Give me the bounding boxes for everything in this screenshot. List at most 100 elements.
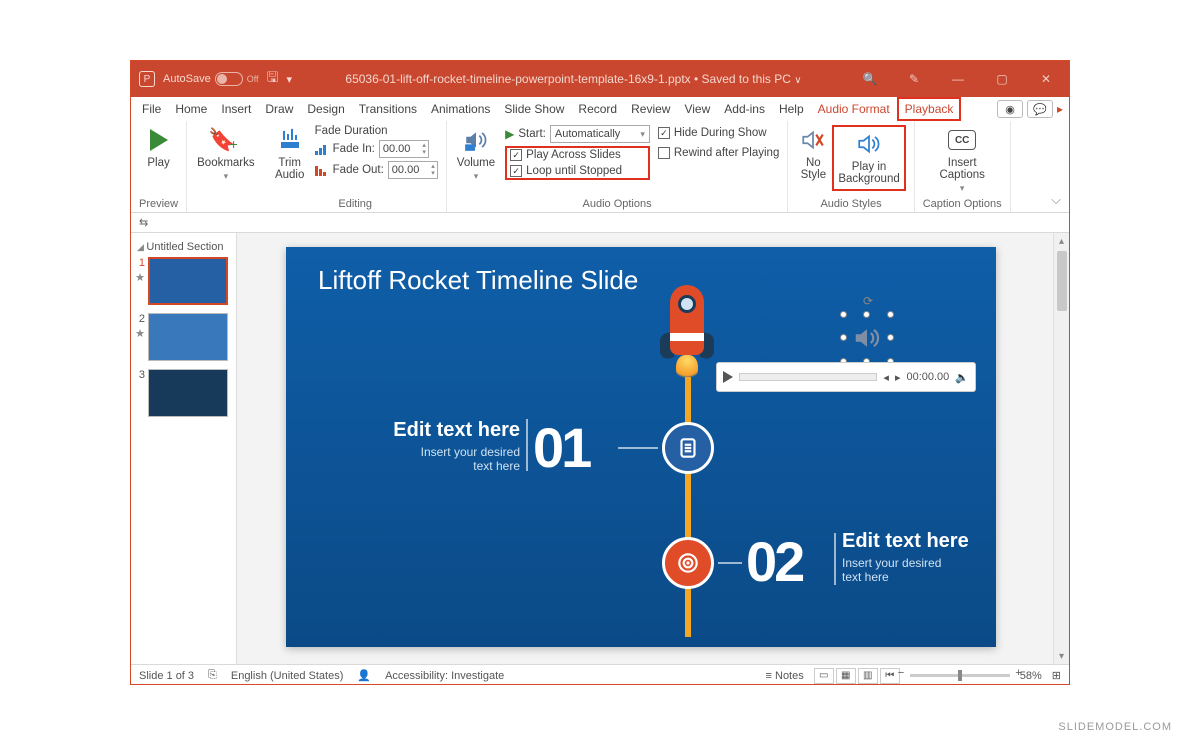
item2-subtext: Insert your desired text here [842, 556, 941, 584]
play-across-slides-checkbox[interactable]: ✓Play Across Slides [510, 149, 645, 161]
save-icon[interactable]: 🖫 [267, 67, 279, 91]
accessibility-icon[interactable]: 👤 [357, 669, 371, 682]
tab-playback[interactable]: Playback [897, 97, 962, 121]
volume-button[interactable]: Volume ▾ [455, 125, 497, 182]
slide-indicator: Slide 1 of 3 [139, 670, 194, 682]
trim-audio-button[interactable]: Trim Audio [273, 125, 307, 181]
view-reading[interactable]: ▥ [858, 668, 878, 684]
tab-transitions[interactable]: Transitions [352, 97, 424, 121]
search-icon[interactable]: 🔍 [855, 72, 885, 86]
group-bookmarks: 🔖+ Bookmarks ▾ [187, 121, 265, 212]
start-label: Start: [518, 128, 545, 140]
more-tabs[interactable]: ▸ [1057, 102, 1065, 116]
view-slideshow[interactable]: ⏮ [880, 668, 900, 684]
lang-icon[interactable]: ⎘ [208, 669, 217, 682]
timeline-node-1 [662, 422, 714, 474]
tab-slideshow[interactable]: Slide Show [497, 97, 571, 121]
fade-in-input[interactable]: 00.00 [379, 140, 429, 158]
speaker-icon [843, 314, 891, 362]
audio-volume-icon[interactable]: 🔈 [955, 371, 969, 384]
group-caption-options: CC Insert Captions ▾ Caption Options [915, 121, 1011, 212]
section-header[interactable]: Untitled Section [135, 239, 232, 257]
notes-button[interactable]: ≡ Notes [766, 670, 804, 682]
audio-object-selected[interactable]: ⟳ ✥ [843, 314, 891, 362]
tab-design[interactable]: Design [300, 97, 351, 121]
autosave-label: AutoSave [163, 73, 211, 85]
animation-star-icon: ★ [135, 271, 145, 284]
collapse-ribbon-icon[interactable]: ⌵ [1051, 192, 1061, 208]
maximize-button[interactable]: ▢ [987, 72, 1017, 86]
workspace: Untitled Section 1 ★ 2 ★ 3 [131, 233, 1069, 664]
fit-to-window[interactable]: ⊞ [1052, 669, 1061, 682]
tab-insert[interactable]: Insert [214, 97, 258, 121]
camera-button[interactable]: ◉ [997, 100, 1023, 118]
tab-animations[interactable]: Animations [424, 97, 497, 121]
tab-home[interactable]: Home [168, 97, 214, 121]
accessibility-status[interactable]: Accessibility: Investigate [385, 670, 504, 682]
tab-view[interactable]: View [677, 97, 717, 121]
no-style-button[interactable]: No Style [796, 125, 830, 191]
fade-duration-label: Fade Duration [315, 125, 438, 137]
hide-during-show-checkbox[interactable]: ✓Hide During Show [658, 127, 779, 139]
tab-help[interactable]: Help [772, 97, 811, 121]
comments-button[interactable]: 💬 [1027, 100, 1053, 118]
rotate-handle-icon[interactable]: ⟳ [863, 294, 873, 308]
fade-in-icon [315, 143, 329, 155]
bookmarks-button[interactable]: 🔖+ Bookmarks ▾ [195, 125, 257, 182]
insert-captions-button[interactable]: CC Insert Captions ▾ [923, 125, 1002, 194]
ribbon-tabs: File Home Insert Draw Design Transitions… [131, 97, 1069, 121]
close-button[interactable]: ✕ [1031, 72, 1061, 86]
timeline-node-2 [662, 537, 714, 589]
tab-file[interactable]: File [135, 97, 168, 121]
app-window: P AutoSave Off 🖫 ▾ 65036-01-lift-off-roc… [130, 60, 1070, 685]
loop-until-stopped-checkbox[interactable]: ✓Loop until Stopped [510, 165, 645, 177]
animation-star-icon: ★ [135, 327, 145, 340]
tab-addins[interactable]: Add-ins [717, 97, 772, 121]
tab-record[interactable]: Record [571, 97, 624, 121]
language-status[interactable]: English (United States) [231, 670, 344, 682]
number-01: 01 [533, 415, 589, 480]
thumb-2[interactable]: 2 ★ [135, 313, 232, 361]
play-button[interactable]: Play [139, 125, 178, 169]
group-label-audio-options: Audio Options [455, 197, 780, 210]
qat-overflow[interactable]: ⇆ [139, 216, 148, 229]
window-title: 65036-01-lift-off-rocket-timeline-powerp… [292, 72, 855, 86]
fade-out-input[interactable]: 00.00 [388, 161, 438, 179]
volume-icon [461, 125, 491, 155]
play-in-background-icon [854, 129, 884, 159]
thumb-1[interactable]: 1 ★ [135, 257, 232, 305]
group-label-editing: Editing [273, 197, 438, 210]
view-sorter[interactable]: ▦ [836, 668, 856, 684]
item2-heading: Edit text here [842, 530, 969, 553]
vertical-scrollbar[interactable]: ▴ ▾ [1053, 233, 1069, 664]
audio-play-icon[interactable] [723, 371, 733, 383]
thumb-3[interactable]: 3 [135, 369, 232, 417]
tab-draw[interactable]: Draw [258, 97, 300, 121]
tab-audio-format[interactable]: Audio Format [811, 97, 897, 121]
start-dropdown[interactable]: Automatically▾ [550, 125, 650, 143]
slide-canvas[interactable]: Liftoff Rocket Timeline Slide 01 [237, 233, 1053, 664]
view-normal[interactable]: ▭ [814, 668, 834, 684]
audio-prev-icon[interactable]: ◂ [883, 371, 889, 384]
audio-next-icon[interactable]: ▸ [895, 371, 901, 384]
audio-player[interactable]: ◂ ▸ 00:00.00 🔈 [716, 362, 976, 392]
rewind-after-playing-checkbox[interactable]: Rewind after Playing [658, 147, 779, 159]
fade-in-label: Fade In: [333, 143, 375, 155]
zoom-slider[interactable] [910, 674, 1010, 677]
timeline-bar [685, 377, 691, 637]
audio-track[interactable] [739, 373, 877, 381]
play-in-background-button[interactable]: Play in Background [832, 125, 905, 191]
toggle-icon [215, 72, 243, 86]
pen-icon[interactable]: ✎ [899, 72, 929, 86]
status-bar: Slide 1 of 3 ⎘ English (United States) 👤… [131, 664, 1069, 685]
trim-icon [275, 125, 305, 155]
autosave-state: Off [247, 74, 259, 84]
item1-subtext: Insert your desired text here [360, 445, 520, 473]
fade-out-label: Fade Out: [333, 164, 384, 176]
tab-review[interactable]: Review [624, 97, 677, 121]
group-audio-options: Volume ▾ ▶ Start: Automatically▾ ✓Play A… [447, 121, 789, 212]
zoom-level[interactable]: 58% [1020, 670, 1042, 682]
minimize-button[interactable]: — [943, 72, 973, 86]
start-play-icon: ▶ [505, 127, 514, 141]
autosave-toggle[interactable]: AutoSave Off [163, 72, 259, 86]
